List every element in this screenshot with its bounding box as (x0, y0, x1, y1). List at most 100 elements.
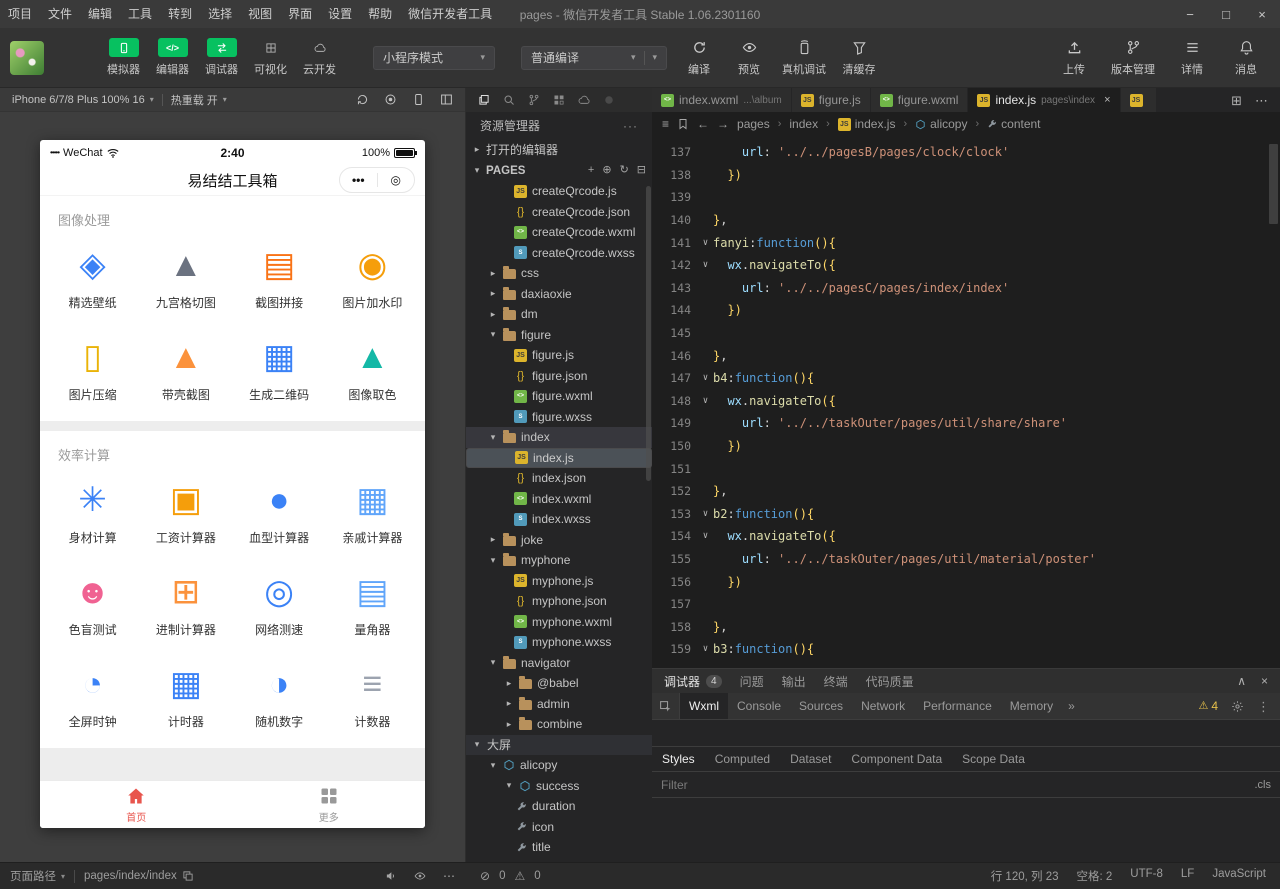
explorer-more-button[interactable]: ··· (623, 119, 638, 133)
tree-item-index.wxss[interactable]: Sindex.wxss (466, 509, 652, 530)
app-item-计数器[interactable]: ≡计数器 (326, 662, 419, 730)
tree-item-@babel[interactable]: ▸@babel (466, 673, 652, 694)
tree-item-admin[interactable]: ▸admin (466, 694, 652, 715)
tree-item-myphone.json[interactable]: {}myphone.json (466, 591, 652, 612)
editor-tab-index.wxml[interactable]: <>index.wxml...\album (652, 88, 792, 112)
tree-item-dm[interactable]: ▸dm (466, 304, 652, 325)
outline-icon[interactable]: ≡ (662, 118, 669, 130)
app-item-进制计算器[interactable]: ⊞进制计算器 (139, 570, 232, 638)
menu-item-文件[interactable]: 文件 (40, 0, 80, 28)
kebab-icon[interactable]: ⋯ (1255, 94, 1268, 107)
split-icon[interactable]: ⊞ (1231, 94, 1242, 107)
menu-item-视图[interactable]: 视图 (240, 0, 280, 28)
devtools-tab-Network[interactable]: Network (852, 693, 914, 719)
toolbar-button-消息[interactable]: 消息 (1222, 38, 1270, 77)
panel-tab-调试器[interactable]: 调试器4 (664, 673, 722, 690)
tree-item-navigator[interactable]: ▾navigator (466, 653, 652, 674)
toolbar-button-编辑器[interactable]: </>编辑器 (149, 38, 196, 77)
breadcrumb-item-alicopy[interactable]: alicopy (915, 117, 967, 131)
tree-item-success[interactable]: ▾success (466, 776, 652, 797)
toolbar-button-编译[interactable]: 编译 (675, 38, 723, 77)
capsule-more-button[interactable]: ••• (340, 173, 377, 187)
tree-item-index.wxml[interactable]: <>index.wxml (466, 489, 652, 510)
breadcrumb-item-pages[interactable]: pages (737, 117, 770, 131)
panel-tab-问题[interactable]: 问题 (740, 673, 764, 690)
fold-arrow-icon[interactable]: ∨ (698, 260, 713, 270)
collapse-up-icon[interactable]: ∧ (1237, 675, 1246, 687)
arrow-right-icon[interactable]: → (717, 118, 729, 130)
inspect-button[interactable] (652, 693, 680, 719)
app-item-量角器[interactable]: ▤量角器 (326, 570, 419, 638)
menu-item-选择[interactable]: 选择 (200, 0, 240, 28)
tree-item-myphone.wxml[interactable]: <>myphone.wxml (466, 612, 652, 633)
toolbar-button-调试器[interactable]: 调试器 (198, 38, 245, 77)
tree-item-figure.js[interactable]: JSfigure.js (466, 345, 652, 366)
breadcrumb-item-content[interactable]: content (987, 117, 1040, 131)
panel-tab-输出[interactable]: 输出 (782, 673, 806, 690)
toolbar-button-上传[interactable]: 上传 (1050, 38, 1098, 77)
menu-item-编辑[interactable]: 编辑 (80, 0, 120, 28)
styles-tab-Component-Data[interactable]: Component Data (841, 747, 952, 771)
close-icon[interactable]: × (1104, 94, 1110, 106)
chevrons-icon[interactable]: » (1068, 700, 1075, 712)
tree-item-createQrcode.wxss[interactable]: ScreateQrcode.wxss (466, 243, 652, 264)
app-item-带壳截图[interactable]: ▲带壳截图 (139, 335, 232, 403)
status-item[interactable]: LF (1181, 868, 1194, 884)
editor-scrollbar[interactable] (1269, 144, 1278, 224)
menu-item-转到[interactable]: 转到 (160, 0, 200, 28)
editor-tab-index.js[interactable]: JSindex.jspages\index× (968, 88, 1120, 112)
editor-tab-figure.wxml[interactable]: <>figure.wxml (871, 88, 969, 112)
status-item[interactable]: 行 120, 列 23 (991, 868, 1059, 884)
menu-item-微信开发者工具[interactable]: 微信开发者工具 (400, 0, 500, 28)
fold-arrow-icon[interactable]: ∨ (698, 531, 713, 541)
fold-arrow-icon[interactable]: ∨ (698, 509, 713, 519)
tree-item-myphone.wxss[interactable]: Smyphone.wxss (466, 632, 652, 653)
cloud-icon[interactable] (578, 94, 590, 106)
toolbar-button-真机调试[interactable]: 真机调试 (775, 38, 833, 77)
code-editor[interactable]: 137 url: '../../pagesB/pages/clock/clock… (652, 136, 1280, 668)
devtools-tab-Memory[interactable]: Memory (1001, 693, 1062, 719)
editor-tab-partial[interactable]: JS (1121, 88, 1157, 112)
tree-item-myphone[interactable]: ▾myphone (466, 550, 652, 571)
styles-tab-Dataset[interactable]: Dataset (780, 747, 841, 771)
app-item-计时器[interactable]: ▦计时器 (139, 662, 232, 730)
tree-item-css[interactable]: ▸css (466, 263, 652, 284)
device-icon[interactable] (412, 93, 425, 106)
phone-tab-更多[interactable]: 更多 (233, 781, 426, 828)
breadcrumb-item-index[interactable]: index (789, 117, 818, 131)
fold-arrow-icon[interactable]: ∨ (698, 396, 713, 406)
app-item-随机数字[interactable]: ◑随机数字 (233, 662, 326, 730)
tree-item-index[interactable]: ▾index (466, 427, 652, 448)
app-item-精选壁纸[interactable]: ◈精选壁纸 (46, 243, 139, 311)
tree-item-figure.json[interactable]: {}figure.json (466, 366, 652, 387)
app-item-生成二维码[interactable]: ▦生成二维码 (233, 335, 326, 403)
minimize-button[interactable]: − (1172, 0, 1208, 28)
tree-item-index.js[interactable]: JSindex.js (466, 448, 652, 469)
page-path-select[interactable]: 页面路径 ▾ (10, 868, 65, 884)
tree-item-createQrcode.json[interactable]: {}createQrcode.json (466, 202, 652, 223)
tree-item-myphone.js[interactable]: JSmyphone.js (466, 571, 652, 592)
tree-item-figure.wxml[interactable]: <>figure.wxml (466, 386, 652, 407)
fold-arrow-icon[interactable]: ∨ (698, 644, 713, 654)
app-item-工资计算器[interactable]: ▣工资计算器 (139, 478, 232, 546)
tree-item-icon[interactable]: icon (466, 817, 652, 838)
app-item-色盲测试[interactable]: ☻色盲测试 (46, 570, 139, 638)
app-item-图像取色[interactable]: ▲图像取色 (326, 335, 419, 403)
menu-item-工具[interactable]: 工具 (120, 0, 160, 28)
collapse-icon[interactable]: ⊟ (637, 165, 646, 176)
vkebab-icon[interactable]: ⋮ (1257, 700, 1270, 713)
bookmark-icon[interactable] (677, 118, 689, 130)
tree-item-title[interactable]: title (466, 837, 652, 858)
devtools-tab-Wxml[interactable]: Wxml (680, 693, 728, 719)
menu-item-界面[interactable]: 界面 (280, 0, 320, 28)
app-item-图片压缩[interactable]: ▯图片压缩 (46, 335, 139, 403)
styles-tab-Scope-Data[interactable]: Scope Data (952, 747, 1035, 771)
fold-arrow-icon[interactable]: ∨ (698, 238, 713, 248)
toolbar-button-清缓存[interactable]: 清缓存 (835, 38, 883, 77)
fold-arrow-icon[interactable]: ∨ (698, 373, 713, 383)
status-item[interactable]: JavaScript (1212, 868, 1266, 884)
toolbar-button-版本管理[interactable]: 版本管理 (1104, 38, 1162, 77)
tree-item-figure[interactable]: ▾figure (466, 325, 652, 346)
branch-icon[interactable] (528, 94, 540, 106)
new-file-icon[interactable]: + (588, 165, 594, 176)
